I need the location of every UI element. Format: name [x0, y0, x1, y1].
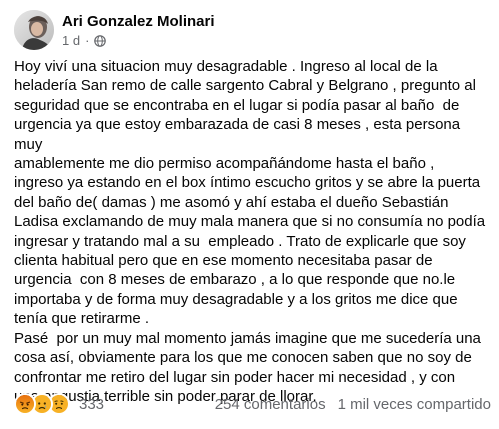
comments-count-link[interactable]: 254 comentarios [215, 396, 326, 413]
profile-photo [14, 10, 54, 50]
post-subline: 1 d · [62, 33, 215, 49]
facebook-post: Ari Gonzalez Molinari 1 d · Hoy viví una… [0, 0, 499, 429]
post-footer: 333 254 comentarios 1 mil veces comparti… [14, 392, 491, 416]
separator-dot: · [85, 33, 90, 48]
globe-icon[interactable] [94, 35, 107, 47]
post-meta: Ari Gonzalez Molinari 1 d · [62, 10, 215, 49]
post-text: Hoy viví una situacion muy desagradable … [14, 58, 486, 405]
avatar[interactable] [14, 10, 54, 50]
post-header: Ari Gonzalez Molinari 1 d · [14, 10, 215, 52]
author-name[interactable]: Ari Gonzalez Molinari [62, 13, 215, 31]
post-timestamp[interactable]: 1 d [62, 33, 80, 49]
reaction-count: 333 [79, 395, 105, 413]
shares-count-link[interactable]: 1 mil veces compartido [338, 396, 491, 413]
reactions-summary[interactable]: 333 [14, 393, 104, 415]
post-stats: 254 comentarios 1 mil veces compartido [215, 396, 491, 413]
angry-reaction-icon [14, 393, 36, 415]
